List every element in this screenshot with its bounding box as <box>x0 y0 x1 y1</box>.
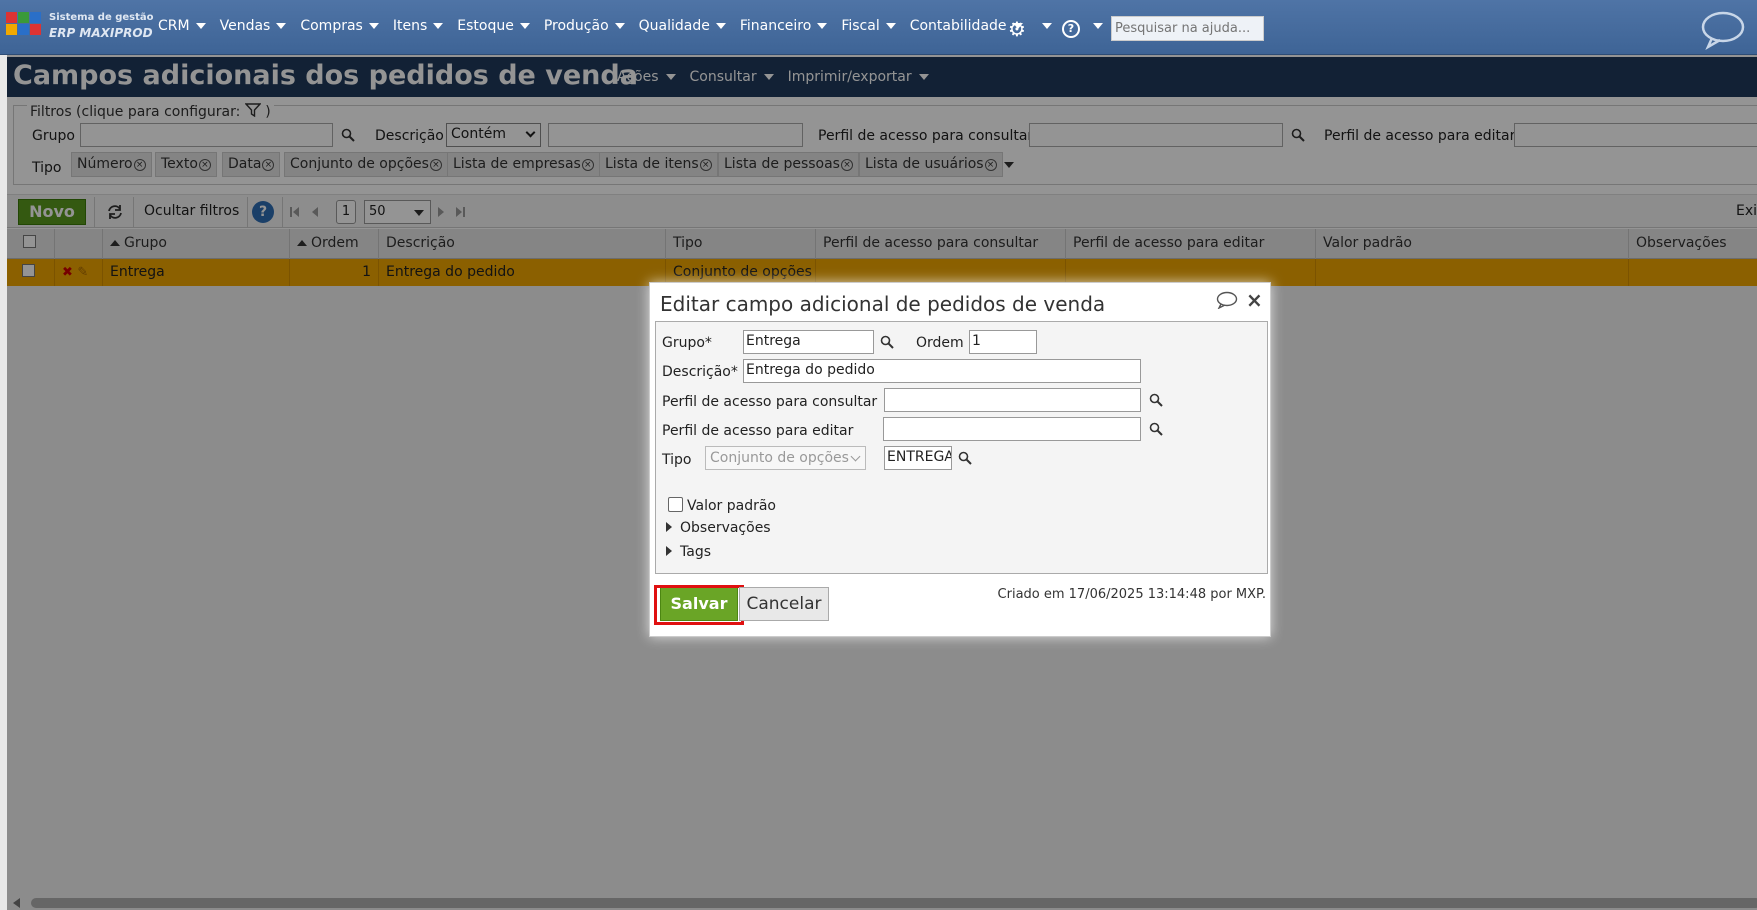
logo-line2: ERP MAXIPROD <box>49 26 153 40</box>
menu-compras[interactable]: Compras <box>300 18 379 34</box>
perfil-editar-label: Perfil de acesso para editar <box>662 423 854 439</box>
grupo-input[interactable]: Entrega <box>743 330 874 354</box>
menu-contabilidade[interactable]: Contabilidade <box>910 18 1023 34</box>
menu-producao[interactable]: Produção <box>544 18 625 34</box>
valor-padrao-checkbox[interactable] <box>668 497 683 512</box>
descricao-label: Descrição* <box>662 364 738 380</box>
caret-down-icon <box>519 23 530 29</box>
select-value: Conjunto de opções <box>710 450 849 466</box>
menu-label: Compras <box>300 18 363 34</box>
observacoes-label: Observações <box>680 520 771 536</box>
app-logo[interactable]: Sistema de gestão ERP MAXIPROD <box>6 10 154 44</box>
menu-label: Itens <box>392 18 428 34</box>
cancel-button[interactable]: Cancelar <box>739 587 829 621</box>
modal-overlay <box>7 55 1757 286</box>
ordem-label: Ordem <box>916 335 964 351</box>
tipo-code-input[interactable]: ENTREGA <box>884 446 952 470</box>
caret-down-icon <box>817 23 828 29</box>
search-icon[interactable] <box>958 451 972 465</box>
logo-square <box>6 24 17 35</box>
caret-down-icon <box>368 23 379 29</box>
help-icon[interactable]: ? <box>1062 20 1080 38</box>
menu-crm[interactable]: CRM <box>158 18 206 34</box>
menu-label: Fiscal <box>841 18 880 34</box>
tags-label: Tags <box>680 544 711 560</box>
logo-line1: Sistema de gestão <box>49 12 154 23</box>
tipo-label: Tipo <box>662 452 692 468</box>
menu-qualidade[interactable]: Qualidade <box>639 18 726 34</box>
logo-square <box>30 24 41 35</box>
caret-down-icon[interactable] <box>1093 23 1103 29</box>
chat-icon[interactable] <box>1216 291 1238 309</box>
menu-fiscal[interactable]: Fiscal <box>841 18 896 34</box>
caret-down-icon <box>276 23 287 29</box>
search-icon[interactable] <box>1149 422 1163 436</box>
valor-padrao-label: Valor padrão <box>687 498 776 514</box>
menu-label: Qualidade <box>638 18 710 34</box>
tipo-select: Conjunto de opções <box>705 446 866 470</box>
menu-itens[interactable]: Itens <box>392 18 444 34</box>
observacoes-toggle[interactable]: Observações <box>666 520 771 536</box>
menu-label: Contabilidade <box>909 18 1007 34</box>
menu-label: Financeiro <box>739 18 812 34</box>
caret-down-icon <box>885 23 896 29</box>
logo-square <box>6 12 17 23</box>
perfil-consultar-label: Perfil de acesso para consultar <box>662 394 878 410</box>
menu-label: Vendas <box>219 18 271 34</box>
caret-down-icon <box>433 23 444 29</box>
menu-label: Estoque <box>457 18 514 34</box>
save-highlight-box <box>654 585 744 625</box>
menu-label: Produção <box>543 18 609 34</box>
dialog-form: Grupo* Entrega Ordem 1 Descrição* Entreg… <box>655 321 1268 574</box>
caret-down-icon <box>195 23 206 29</box>
menu-financeiro[interactable]: Financeiro <box>739 18 828 34</box>
caret-down-icon <box>715 23 726 29</box>
chevron-down-icon <box>850 451 861 462</box>
caret-down-icon[interactable] <box>1042 23 1052 29</box>
caret-down-icon <box>614 23 625 29</box>
search-icon[interactable] <box>1149 393 1163 407</box>
chat-icon[interactable] <box>1700 10 1746 50</box>
close-icon[interactable]: × <box>1246 288 1263 312</box>
scrollbar-thumb[interactable] <box>31 898 1757 908</box>
top-menu-bar: Sistema de gestão ERP MAXIPROD CRM Venda… <box>0 0 1757 55</box>
scroll-left-icon[interactable] <box>13 898 20 908</box>
perfil-consultar-input[interactable] <box>884 388 1141 412</box>
logo-square <box>30 12 41 23</box>
edit-dialog: Editar campo adicional de pedidos de ven… <box>649 282 1271 637</box>
search-icon[interactable] <box>880 335 894 349</box>
menu-vendas[interactable]: Vendas <box>220 18 287 34</box>
created-info: Criado em 17/06/2025 13:14:48 por MXP. <box>997 587 1266 602</box>
tags-toggle[interactable]: Tags <box>666 544 711 560</box>
menu-label: CRM <box>158 18 190 34</box>
horizontal-scrollbar[interactable] <box>7 895 1757 910</box>
main-menu: CRM Vendas Compras Itens Estoque Produçã… <box>158 18 1037 34</box>
help-search-input[interactable] <box>1111 16 1264 41</box>
perfil-editar-input[interactable] <box>883 417 1141 441</box>
ordem-input[interactable]: 1 <box>969 330 1037 354</box>
descricao-input[interactable]: Entrega do pedido <box>743 359 1141 383</box>
caret-right-icon <box>666 546 672 556</box>
left-edge <box>0 55 7 910</box>
dialog-title: Editar campo adicional de pedidos de ven… <box>660 292 1106 316</box>
grupo-label: Grupo* <box>662 335 712 351</box>
logo-square <box>18 24 29 35</box>
caret-right-icon <box>666 522 672 532</box>
menu-estoque[interactable]: Estoque <box>457 18 530 34</box>
gear-icon[interactable]: ⚙ <box>1008 17 1026 41</box>
logo-square <box>18 12 29 23</box>
